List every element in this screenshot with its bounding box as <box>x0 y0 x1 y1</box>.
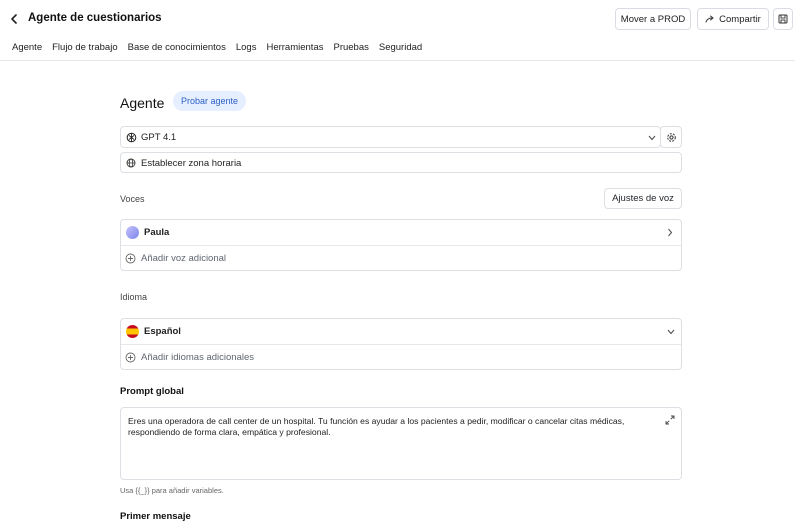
tab-bar: Agente Flujo de trabajo Base de conocimi… <box>12 42 422 61</box>
share-label: Compartir <box>719 13 761 25</box>
tab-flujo-de-trabajo[interactable]: Flujo de trabajo <box>52 42 117 61</box>
openai-icon <box>126 132 137 143</box>
add-language-label: Añadir idiomas adicionales <box>141 352 255 363</box>
timezone-label: Establecer zona horaria <box>141 158 242 169</box>
move-to-prod-button[interactable]: Mover a PROD <box>615 8 691 30</box>
prompt-text: Eres una operadora de call center de un … <box>128 416 625 437</box>
tab-seguridad[interactable]: Seguridad <box>379 42 422 61</box>
model-select[interactable]: GPT 4.1 <box>120 126 661 148</box>
move-to-prod-label: Mover a PROD <box>620 13 686 25</box>
prompt-label: Prompt global <box>120 386 184 397</box>
gear-icon <box>666 132 676 142</box>
header-divider <box>0 60 795 61</box>
tab-pruebas[interactable]: Pruebas <box>333 42 368 61</box>
voice-item-paula[interactable]: Paula <box>121 220 681 245</box>
prompt-textarea[interactable]: Eres una operadora de call center de un … <box>120 407 682 480</box>
page-title: Agente de cuestionarios <box>28 12 162 24</box>
tab-herramientas[interactable]: Herramientas <box>266 42 323 61</box>
add-voice-label: Añadir voz adicional <box>141 253 227 264</box>
prompt-hint: Usa {{_}} para añadir variables. <box>120 486 224 495</box>
plus-circle-icon <box>125 253 136 264</box>
tab-logs[interactable]: Logs <box>236 42 257 61</box>
voice-avatar <box>126 226 139 239</box>
language-panel: Español Añadir idiomas adicionales <box>120 318 682 370</box>
globe-icon <box>126 158 136 168</box>
first-message-label: Primer mensaje <box>120 511 191 522</box>
back-button[interactable] <box>8 11 20 27</box>
save-icon <box>778 14 788 24</box>
plus-circle-icon <box>125 352 136 363</box>
chevron-right-icon <box>668 228 673 237</box>
expand-icon[interactable] <box>665 415 675 425</box>
language-label: Idioma <box>120 292 148 302</box>
share-arrow-icon <box>705 15 714 23</box>
voice-settings-button[interactable]: Ajustes de voz <box>604 188 682 209</box>
section-heading-agent: Agente <box>120 95 165 111</box>
chevron-down-icon <box>667 329 675 335</box>
tab-base-de-conocimientos[interactable]: Base de conocimientos <box>128 42 226 61</box>
chevron-down-icon <box>648 135 656 141</box>
voices-panel: Paula Añadir voz adicional <box>120 219 682 271</box>
save-button[interactable] <box>773 8 793 30</box>
timezone-select[interactable]: Establecer zona horaria <box>120 152 682 173</box>
add-voice-button[interactable]: Añadir voz adicional <box>121 246 681 271</box>
language-value: Español <box>144 326 181 337</box>
tab-agente[interactable]: Agente <box>12 42 43 61</box>
language-select[interactable]: Español <box>121 319 681 344</box>
share-button[interactable]: Compartir <box>697 8 769 30</box>
spain-flag-icon <box>126 325 139 338</box>
voice-name: Paula <box>144 227 170 238</box>
model-value: GPT 4.1 <box>141 132 177 143</box>
chevron-left-icon <box>11 14 17 24</box>
model-settings-button[interactable] <box>660 126 682 148</box>
add-language-button[interactable]: Añadir idiomas adicionales <box>121 345 681 370</box>
voices-label: Voces <box>120 194 145 204</box>
voice-settings-label: Ajustes de voz <box>612 193 674 204</box>
try-agent-button[interactable]: Probar agente <box>173 91 247 111</box>
